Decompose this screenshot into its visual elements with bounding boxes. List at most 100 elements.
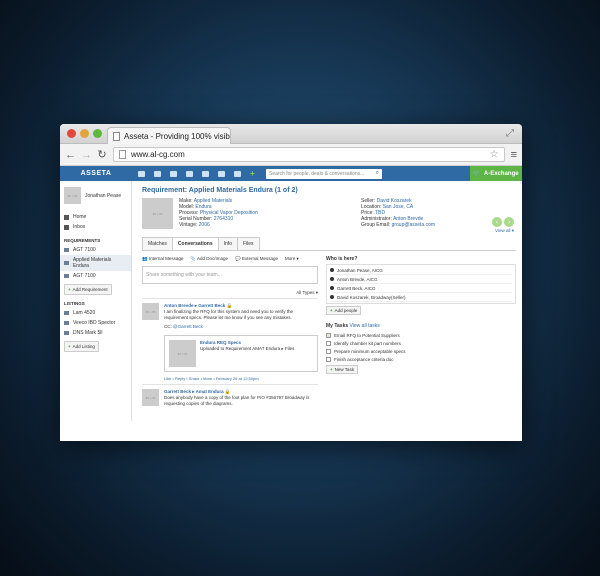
brand-logo[interactable]: ASSETA — [60, 170, 132, 177]
sidebar-item-label: Veeco IBD Spector — [73, 320, 116, 326]
add-listing-button[interactable]: + Add Listing — [64, 341, 99, 352]
user-profile[interactable]: 86 x 86 Jonathan Pease — [64, 187, 127, 204]
close-window-button[interactable] — [67, 129, 76, 138]
sidebar-item-requirement-active[interactable]: Applied Materials Endura — [60, 255, 131, 271]
tab-info[interactable]: Info — [217, 237, 238, 250]
handshake-icon[interactable] — [154, 170, 161, 177]
internal-message-button[interactable]: 👥 Internal Message — [142, 256, 183, 262]
people-icon[interactable] — [234, 170, 241, 177]
back-arrow-icon[interactable]: ← — [65, 149, 76, 161]
conversation-area: 👥 Internal Message 📎 Add Doc/Image 💬 Ext… — [142, 251, 516, 407]
list-item: 86 x 86 Garrett Beck ▸ Amat Endura 🔒 Doe… — [142, 384, 318, 407]
list-item[interactable]: David Koszarek, Broadway(Seller) — [330, 293, 512, 302]
search-input[interactable]: Search for people, deals & conversations… — [266, 168, 382, 179]
serial-value[interactable]: 2764310 — [214, 216, 233, 222]
bookmark-star-icon[interactable]: ☆ — [490, 149, 499, 160]
share-input[interactable]: Share something with your team... — [142, 266, 318, 284]
deals-icon[interactable] — [170, 170, 177, 177]
sidebar-item-inbox[interactable]: Inbox — [64, 222, 127, 232]
add-requirement-label: Add Requirement — [72, 287, 108, 292]
list-item[interactable]: Jonathan Pease, AICG — [330, 266, 512, 275]
location-value[interactable]: San Jose, CA — [383, 204, 414, 210]
menu-icon[interactable]: ≡ — [511, 149, 517, 161]
mail-icon[interactable] — [138, 170, 145, 177]
next-arrow-icon[interactable]: › — [504, 217, 514, 227]
list-item[interactable]: Anton Brevde, AICG — [330, 275, 512, 284]
browser-tab[interactable]: Asseta - Providing 100% visibili — [107, 127, 231, 144]
sidebar-item-requirement[interactable]: AGT 7100 — [64, 245, 127, 255]
add-requirement-button[interactable]: + Add Requirement — [64, 284, 112, 295]
sidebar-item-listing[interactable]: DNS Mark 5ll — [64, 328, 127, 338]
home-icon — [64, 214, 69, 220]
vintage-value[interactable]: 2006 — [199, 222, 210, 228]
sidebar-item-requirement[interactable]: AGT 7100 — [64, 271, 127, 281]
post-recipient[interactable]: Garrett Beck — [198, 303, 225, 308]
task-checkbox[interactable] — [326, 340, 331, 346]
new-task-button[interactable]: + New Task — [326, 365, 359, 374]
lock-icon: 🔒 — [224, 389, 231, 394]
prev-arrow-icon[interactable]: ‹ — [492, 217, 502, 227]
cc-mention[interactable]: @Garrett Beck — [173, 324, 203, 329]
sidebar-item-label: Applied Materials Endura — [72, 257, 112, 269]
vintage-label: Vintage: — [179, 222, 198, 228]
requirements-heading: REQUIREMENTS — [64, 238, 101, 243]
add-people-button[interactable]: + Add people — [326, 306, 362, 315]
plus-icon: + — [330, 308, 333, 313]
post-author[interactable]: Anton Brevde — [164, 303, 194, 308]
add-icon[interactable]: + — [250, 169, 257, 177]
type-filter-dropdown[interactable]: All Types ▾ — [142, 290, 318, 296]
task-item[interactable]: Prepare minimum acceptable specs — [326, 347, 516, 355]
task-checkbox[interactable] — [326, 332, 331, 338]
post-text: I am finalizing the RFQ for this system … — [164, 309, 294, 320]
post-text: Does anybody have a copy of the foot pla… — [164, 395, 310, 406]
listings-icon[interactable] — [186, 170, 193, 177]
list-item[interactable]: Garrett Beck, AICG — [330, 284, 512, 293]
add-doc-button[interactable]: 📎 Add Doc/Image — [190, 256, 228, 262]
chat-icon: 💬 — [235, 256, 241, 261]
a-exchange-button[interactable]: 🛒 A-Exchange — [470, 166, 522, 181]
right-panel: Who is here? Jonathan Pease, AICG Anton … — [326, 256, 516, 407]
avatar: 86 x 86 — [64, 187, 81, 204]
folder-icon[interactable] — [218, 170, 225, 177]
minimize-window-button[interactable] — [80, 129, 89, 138]
fullscreen-icon[interactable]: ⤢ — [506, 128, 514, 139]
main-content: Requirement: Applied Materials Endura (1… — [132, 181, 522, 421]
task-checkbox[interactable] — [326, 356, 331, 362]
search-icon[interactable]: ⌕ — [376, 170, 379, 177]
sidebar-item-home[interactable]: Home — [64, 212, 127, 222]
browser-titlebar: Asseta - Providing 100% visibili ⤢ — [60, 124, 522, 144]
lock-icon: 🔒 — [226, 303, 233, 308]
requirement-image: 86 x 86 — [142, 198, 173, 229]
inventory-icon[interactable] — [202, 170, 209, 177]
reload-icon[interactable]: ↻ — [97, 148, 107, 161]
tab-bar: Matches Conversations Info Files — [142, 237, 516, 251]
task-checkbox[interactable] — [326, 348, 331, 354]
conversation-feed: 👥 Internal Message 📎 Add Doc/Image 💬 Ext… — [142, 251, 318, 407]
sidebar-item-label: Inbox — [73, 224, 86, 230]
more-dropdown[interactable]: More ▾ — [285, 256, 299, 262]
tab-matches[interactable]: Matches — [142, 237, 173, 250]
view-all-link[interactable]: View all ▾ — [495, 228, 514, 234]
attachment-card[interactable]: 86 x 86 Endura REQ Specs Uploaded to Req… — [164, 335, 318, 372]
forward-arrow-icon[interactable]: → — [81, 149, 92, 161]
tab-conversations[interactable]: Conversations — [171, 237, 219, 250]
task-item[interactable]: Identify chamber kit part numbers — [326, 339, 516, 347]
sidebar-item-listing[interactable]: Veeco IBD Spector — [64, 318, 127, 328]
maximize-window-button[interactable] — [93, 129, 102, 138]
people-icon: 👥 — [142, 256, 148, 261]
post-author[interactable]: Garrett Beck — [164, 389, 191, 394]
tab-files[interactable]: Files — [236, 237, 260, 250]
view-all-tasks-link[interactable]: View all tasks — [350, 323, 380, 329]
sidebar-item-listing[interactable]: Lam 4520 — [64, 308, 127, 318]
inbox-icon — [64, 224, 69, 230]
list-item: 86 x 86 Anton Brevde ▸ Garrett Beck 🔒 I … — [142, 298, 318, 382]
group-email-value[interactable]: group@asseta.com — [392, 222, 435, 228]
sidebar-item-label: AGT 7100 — [73, 273, 96, 279]
task-item[interactable]: Finish acceptance criteria doc — [326, 355, 516, 363]
post-meta-actions[interactable]: Like • Reply • Share • More • February 2… — [164, 376, 318, 382]
post-recipient[interactable]: Amat Endura — [196, 389, 224, 394]
who-is-here-heading: Who is here? — [326, 256, 358, 262]
task-item[interactable]: Email RFQ to Potential Suppliers — [326, 331, 516, 339]
external-message-button[interactable]: 💬 External Message — [235, 256, 278, 262]
url-field[interactable]: www.al-cg.com ☆ — [113, 147, 505, 162]
